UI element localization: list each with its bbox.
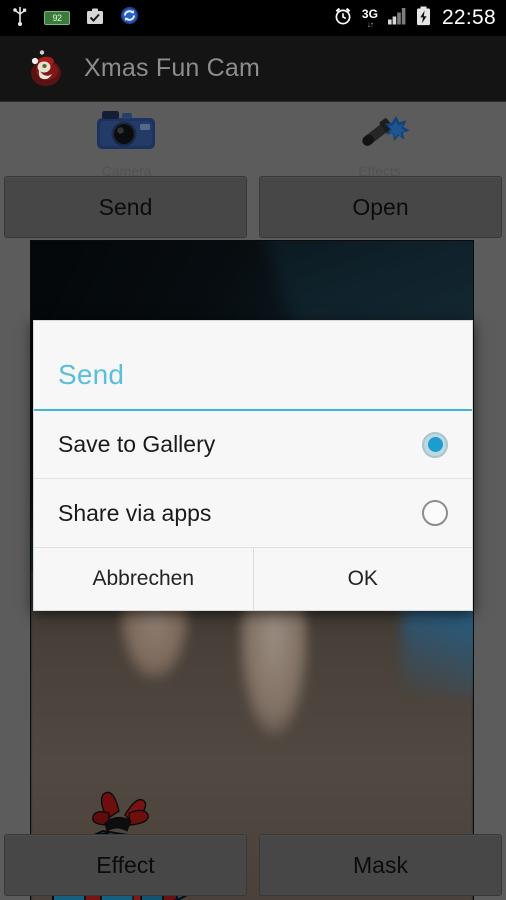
task-checked-icon [86, 7, 104, 30]
cancel-button[interactable]: Abbrechen [34, 548, 253, 610]
radio-share-via-apps[interactable] [422, 500, 448, 526]
clock-label: 22:58 [441, 6, 496, 29]
tab-effects[interactable]: Effects [253, 102, 506, 179]
alarm-clock-icon [333, 6, 353, 31]
phone-screen: 92 3G ↓↑ 22:58 Xmas Fun Cam Camera Effec… [0, 0, 506, 900]
option-save-to-gallery[interactable]: Save to Gallery [34, 411, 472, 479]
battery-percent-label: 92 [52, 13, 62, 23]
magic-wand-icon [341, 106, 419, 161]
santa-icon [26, 49, 70, 89]
bottom-button-row: Effect Mask [0, 834, 506, 896]
top-button-row: Send Open [0, 176, 506, 238]
option-share-via-apps[interactable]: Share via apps [34, 479, 472, 547]
open-button[interactable]: Open [259, 176, 502, 238]
status-bar-right-icons: 3G ↓↑ 22:58 [333, 6, 496, 31]
option-share-via-apps-label: Share via apps [58, 499, 212, 526]
camera-icon [88, 106, 166, 161]
mask-button[interactable]: Mask [259, 834, 502, 896]
dialog-options-list: Save to Gallery Share via apps [34, 411, 472, 547]
option-save-to-gallery-label: Save to Gallery [58, 431, 216, 457]
usb-icon [12, 6, 28, 31]
radio-save-to-gallery[interactable] [422, 431, 448, 458]
network-type-label: 3G [361, 6, 378, 21]
page-title: Xmas Fun Cam [84, 54, 261, 82]
ok-button[interactable]: OK [252, 548, 472, 610]
status-bar-left-icons: 92 [12, 6, 333, 31]
battery-charging-icon [416, 6, 431, 31]
dialog-title: Send [58, 359, 125, 390]
status-bar: 92 3G ↓↑ 22:58 [0, 0, 506, 36]
battery-level-icon: 92 [44, 11, 70, 25]
send-button[interactable]: Send [4, 176, 247, 238]
action-bar: Xmas Fun Cam [0, 36, 506, 102]
tab-camera[interactable]: Camera [0, 102, 253, 179]
data-arrows-icon: ↓↑ [366, 19, 374, 29]
network-3g-icon: 3G ↓↑ [362, 8, 378, 29]
dialog-action-bar: Abbrechen OK [34, 548, 472, 610]
sync-icon [120, 6, 139, 30]
send-dialog: Send Save to Gallery Share via apps Abbr… [33, 320, 473, 611]
effect-button[interactable]: Effect [4, 834, 247, 896]
signal-bars-icon [387, 7, 407, 30]
tab-bar: Camera Effects [0, 102, 506, 179]
